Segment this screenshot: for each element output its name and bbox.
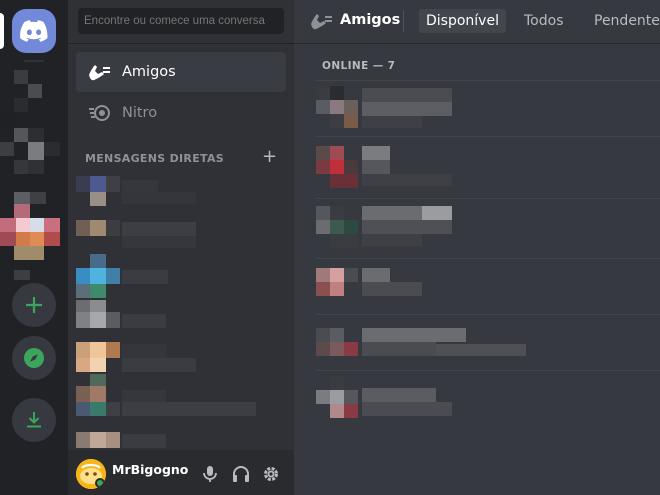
tab-available[interactable]: Disponível [419,9,506,33]
search-input[interactable] [78,8,284,34]
online-status-dot [95,478,105,488]
download-apps-button[interactable] [12,398,56,442]
list-divider [316,80,660,81]
friend-list-blurred[interactable] [316,82,660,422]
gear-icon[interactable] [262,465,280,483]
rail-separator [24,60,44,62]
page-title: Amigos [340,12,401,28]
username: MrBigogno [112,462,189,477]
create-dm-button[interactable]: + [262,146,277,167]
user-avatar[interactable] [76,459,106,489]
home-button[interactable] [12,9,56,53]
server-rail [0,0,68,495]
online-count-header: ONLINE — 7 [322,60,396,72]
blurred-dm-entries [76,176,256,448]
mic-icon[interactable] [202,465,218,483]
nav-friends[interactable]: Amigos [76,52,286,92]
explore-icon [24,348,44,368]
friends-main: Amigos Disponível Todos Pendente ONLINE … [294,0,660,495]
dm-section-title: MENSAGENS DIRETAS [85,152,224,165]
user-panel: MrBigogno [68,450,294,495]
home-selected-indicator [0,13,4,49]
sidebar-header-border [68,43,294,44]
discord-logo-icon [20,20,48,42]
headphones-icon[interactable] [232,465,250,483]
nav-friends-label: Amigos [122,64,176,80]
add-server-button[interactable] [12,283,56,327]
dm-list-blurred[interactable] [76,172,276,450]
friends-icon [311,14,332,30]
dm-sidebar: Amigos Nitro MENSAGENS DIRETAS + [68,0,294,495]
nav-nitro[interactable]: Nitro [76,93,286,133]
explore-servers-button[interactable] [12,336,56,380]
blurred-friend-rows [316,86,660,418]
friends-topbar: Amigos Disponível Todos Pendente [294,0,660,44]
nav-nitro-label: Nitro [122,105,158,121]
friends-icon [89,65,110,81]
tab-pending[interactable]: Pendente [587,9,660,33]
add-server-icon [26,297,42,313]
server-list-blurred[interactable] [0,68,62,284]
blurred-server-icons [0,70,60,280]
tab-all[interactable]: Todos [517,9,570,33]
topbar-divider [403,10,404,32]
download-icon [27,412,41,428]
nitro-icon [89,105,110,121]
